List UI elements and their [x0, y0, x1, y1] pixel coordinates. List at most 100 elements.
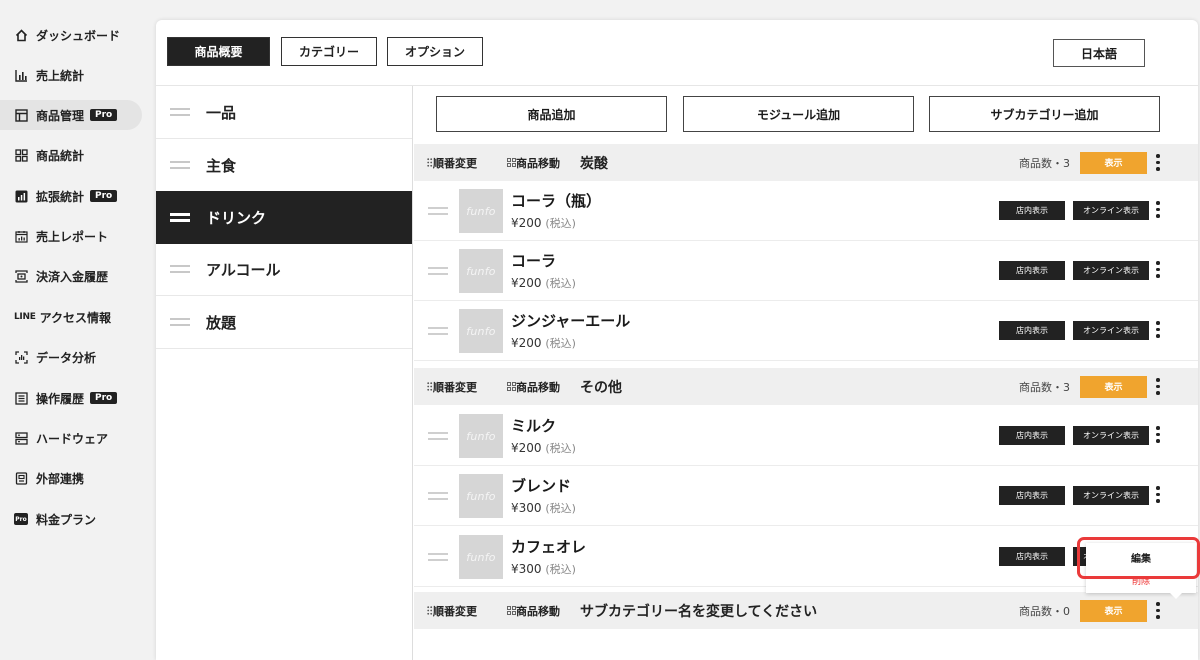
sidebar-item-access-info[interactable]: LINE アクセス情報	[0, 302, 142, 332]
sidebar-item-pricing-plan[interactable]: Pro 料金プラン	[0, 504, 142, 534]
product-price: ¥300 (税込)	[511, 562, 576, 576]
drag-handle-icon[interactable]	[170, 108, 190, 116]
more-menu-icon[interactable]	[1156, 261, 1160, 278]
product-thumbnail: funfo	[459, 414, 503, 458]
subcategory-header: 順番変更 商品移動 その他 商品数・3 表示	[414, 368, 1198, 405]
product-name: コーラ	[511, 252, 557, 270]
reorder-button[interactable]: 順番変更	[427, 379, 477, 395]
tab-product-overview[interactable]: 商品概要	[167, 37, 270, 66]
category-label: 放題	[206, 313, 237, 332]
hardware-icon	[14, 431, 28, 445]
payment-icon	[14, 269, 28, 283]
product-row[interactable]: funfo ジンジャーエール ¥200 (税込) 店内表示 オンライン表示	[414, 301, 1198, 361]
store-display-button[interactable]: 店内表示	[999, 547, 1065, 566]
drag-handle-icon[interactable]	[170, 318, 190, 326]
bar-chart-icon	[14, 68, 28, 82]
product-price: ¥200 (税込)	[511, 216, 576, 230]
category-item[interactable]: アルコール	[156, 243, 412, 296]
sidebar-item-product-management[interactable]: 商品管理 Pro	[0, 100, 142, 130]
product-price: ¥300 (税込)	[511, 501, 576, 515]
sidebar-item-sales-report[interactable]: 売上レポート	[0, 221, 142, 251]
online-display-button[interactable]: オンライン表示	[1073, 261, 1149, 280]
add-module-button[interactable]: モジュール追加	[683, 96, 914, 132]
more-menu-icon[interactable]	[1156, 201, 1160, 218]
pro-icon: Pro	[14, 512, 28, 526]
product-thumbnail: funfo	[459, 535, 503, 579]
sidebar-item-label: 外部連携	[36, 471, 85, 486]
online-display-button[interactable]: オンライン表示	[1073, 426, 1149, 445]
drag-handle-icon[interactable]	[170, 213, 190, 222]
product-thumbnail: funfo	[459, 474, 503, 518]
drag-handle-icon[interactable]	[428, 492, 448, 500]
tab-category[interactable]: カテゴリー	[281, 37, 377, 66]
product-row[interactable]: funfo ミルク ¥200 (税込) 店内表示 オンライン表示	[414, 406, 1198, 466]
grid-move-icon	[507, 382, 516, 391]
sidebar-item-data-analysis[interactable]: データ分析	[0, 342, 142, 372]
more-menu-icon[interactable]	[1156, 426, 1160, 443]
reorder-button[interactable]: 順番変更	[427, 603, 477, 619]
product-name: ミルク	[511, 417, 557, 435]
more-menu-icon[interactable]	[1156, 378, 1160, 395]
store-display-button[interactable]: 店内表示	[999, 321, 1065, 340]
more-menu-icon[interactable]	[1156, 321, 1160, 338]
pro-badge: Pro	[90, 190, 118, 202]
more-menu-icon[interactable]	[1156, 486, 1160, 503]
show-toggle-button[interactable]: 表示	[1080, 599, 1147, 622]
drag-handle-icon[interactable]	[170, 265, 190, 273]
product-row[interactable]: funfo ブレンド ¥300 (税込) 店内表示 オンライン表示	[414, 466, 1198, 526]
product-row[interactable]: funfo コーラ ¥200 (税込) 店内表示 オンライン表示	[414, 241, 1198, 301]
drag-handle-icon[interactable]	[428, 327, 448, 335]
product-count: 商品数・3	[1019, 380, 1070, 394]
online-display-button[interactable]: オンライン表示	[1073, 201, 1149, 220]
category-item[interactable]: 放題	[156, 296, 412, 349]
category-item-selected[interactable]: ドリンク	[156, 191, 412, 244]
category-item[interactable]: 主食	[156, 139, 412, 192]
online-display-button[interactable]: オンライン表示	[1073, 486, 1149, 505]
category-label: 一品	[206, 103, 237, 122]
store-display-button[interactable]: 店内表示	[999, 426, 1065, 445]
product-name: ジンジャーエール	[511, 312, 631, 330]
category-label: 主食	[206, 156, 237, 175]
sidebar-item-label: 売上統計	[36, 68, 85, 83]
subcategory-header: 順番変更 商品移動 サブカテゴリー名を変更してください 商品数・0 表示	[414, 592, 1198, 629]
tab-options[interactable]: オプション	[387, 37, 483, 66]
product-row[interactable]: funfo コーラ（瓶） ¥200 (税込) 店内表示 オンライン表示	[414, 181, 1198, 241]
online-display-button[interactable]: オンライン表示	[1073, 321, 1149, 340]
sidebar-item-label: 拡張統計	[36, 189, 85, 204]
drag-handle-icon[interactable]	[428, 432, 448, 440]
move-product-button[interactable]: 商品移動	[507, 603, 560, 619]
sidebar-item-label: データ分析	[36, 350, 97, 365]
list-icon	[14, 391, 28, 405]
drag-handle-icon[interactable]	[170, 161, 190, 169]
sidebar-item-extended-stats[interactable]: 拡張統計 Pro	[0, 181, 142, 211]
show-toggle-button[interactable]: 表示	[1080, 151, 1147, 174]
sidebar-item-dashboard[interactable]: ダッシュボード	[0, 20, 142, 50]
language-button[interactable]: 日本語	[1053, 39, 1145, 67]
sidebar-item-product-stats[interactable]: 商品統計	[0, 140, 142, 170]
sidebar-item-payment-history[interactable]: 決済入金履歴	[0, 261, 142, 291]
drag-handle-icon[interactable]	[428, 553, 448, 561]
sidebar-item-label: 商品管理	[36, 108, 85, 123]
sidebar-item-hardware[interactable]: ハードウェア	[0, 423, 142, 453]
move-product-button[interactable]: 商品移動	[507, 155, 560, 171]
drag-handle-icon[interactable]	[428, 267, 448, 275]
store-display-button[interactable]: 店内表示	[999, 201, 1065, 220]
drag-handle-icon[interactable]	[428, 207, 448, 215]
grid-move-icon	[507, 158, 516, 167]
show-toggle-button[interactable]: 表示	[1080, 375, 1147, 398]
report-icon	[14, 229, 28, 243]
more-menu-icon[interactable]	[1156, 154, 1160, 171]
move-product-button[interactable]: 商品移動	[507, 379, 560, 395]
product-price: ¥200 (税込)	[511, 336, 576, 350]
sidebar-item-operation-history[interactable]: 操作履歴 Pro	[0, 383, 142, 413]
add-subcategory-button[interactable]: サブカテゴリー追加	[929, 96, 1160, 132]
category-item[interactable]: 一品	[156, 86, 412, 139]
reorder-button[interactable]: 順番変更	[427, 155, 477, 171]
more-menu-icon[interactable]	[1156, 602, 1160, 619]
sidebar-item-sales-stats[interactable]: 売上統計	[0, 60, 142, 90]
highlight-outline	[1077, 537, 1200, 579]
sidebar-item-integration[interactable]: 外部連携	[0, 463, 142, 493]
store-display-button[interactable]: 店内表示	[999, 261, 1065, 280]
store-display-button[interactable]: 店内表示	[999, 486, 1065, 505]
add-product-button[interactable]: 商品追加	[436, 96, 667, 132]
